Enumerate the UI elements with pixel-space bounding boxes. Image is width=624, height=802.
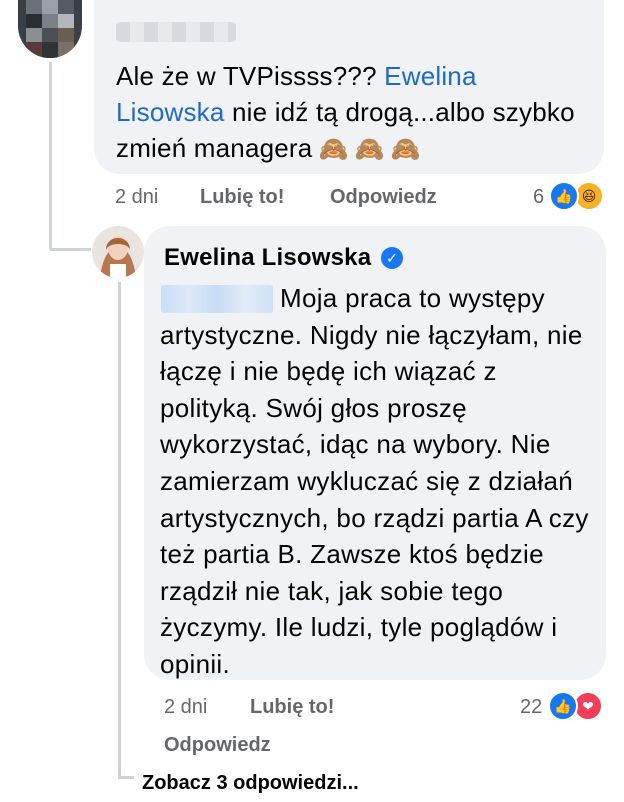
reply-reply-button[interactable]: Odpowiedz [164,734,271,757]
comment-text: Ale że w TVPissss??? Ewelina Lisowska ni… [116,58,586,168]
thread-line-reply [118,282,121,778]
avatar-ewelina-lisowska[interactable] [92,226,144,278]
thread-line-connector [49,248,91,251]
reply-text: Moja praca to występy artystyczne. Nigdy… [160,283,589,679]
reply-like-button[interactable]: Lubię to! [250,696,334,719]
reply-reaction-count[interactable]: 22 [520,696,542,719]
reply-time[interactable]: 2 dni [164,696,207,719]
thread-line-vertical [49,62,52,250]
like-button[interactable]: Lubię to! [200,186,284,209]
thread-line-more [118,776,134,779]
like-icon[interactable]: 👍 [548,691,578,721]
commenter-name-redacted[interactable] [116,22,236,42]
comment-text-part1: Ale że w TVPissss??? [116,61,385,91]
reply-button[interactable]: Odpowiedz [330,186,437,209]
monkey-emoji-icon: 🙈 [390,136,421,163]
reply-author-name[interactable]: Ewelina Lisowska [164,244,371,272]
like-icon[interactable]: 👍 [549,181,579,211]
reaction-count[interactable]: 6 [533,186,544,209]
monkey-emoji-icon: 🙈 [354,136,385,163]
avatar-commenter[interactable] [18,0,82,58]
monkey-emoji-icon: 🙈 [318,136,349,163]
view-more-replies-link[interactable]: Zobacz 3 odpowiedzi... [142,772,359,795]
verified-badge-icon: ✓ [381,247,403,269]
comment-time[interactable]: 2 dni [115,186,158,209]
